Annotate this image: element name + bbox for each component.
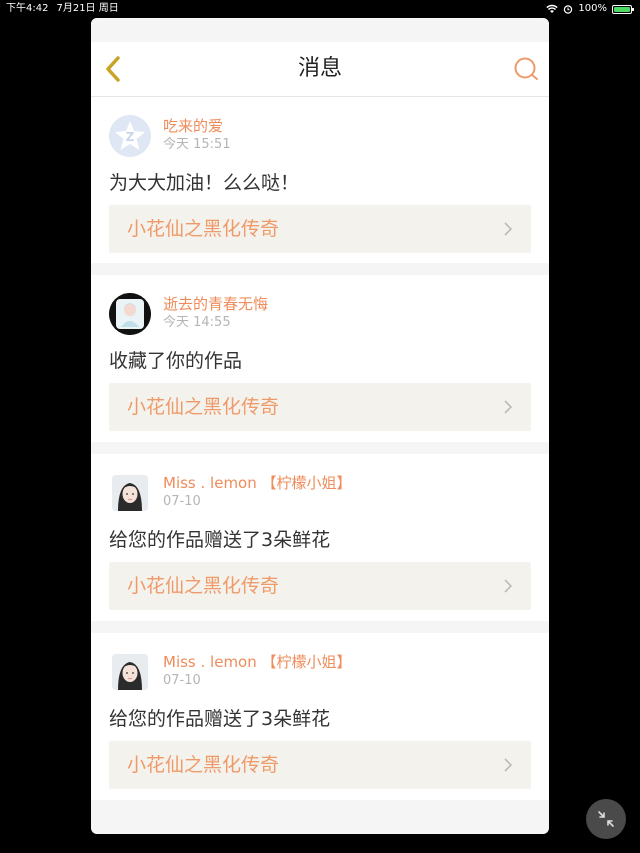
timestamp: 07-10 — [163, 673, 201, 688]
user-meta: 吃来的爱 今天 15:51 — [163, 115, 231, 154]
girl-portrait-avatar-icon[interactable] — [112, 654, 148, 690]
page-title: 消息 — [297, 56, 342, 81]
user-row: Miss . lemon 【柠檬小姐】 07-10 — [109, 472, 352, 514]
qq-default-avatar-icon[interactable]: Z — [109, 115, 151, 157]
battery-fill — [614, 6, 630, 12]
nav-bar: 消息 — [91, 42, 549, 97]
avatar-graphic — [109, 293, 151, 335]
timestamp: 今天 14:55 — [163, 315, 231, 330]
avatar-graphic — [112, 654, 148, 690]
message-card: Miss . lemon 【柠檬小姐】 07-10 给您的作品赠送了3朵鲜花 小… — [91, 633, 549, 800]
work-title: 小花仙之黑化传奇 — [127, 575, 280, 597]
wifi-icon — [546, 4, 559, 13]
username[interactable]: 吃来的爱 — [163, 117, 231, 135]
work-link[interactable]: 小花仙之黑化传奇 — [109, 562, 531, 610]
message-text: 收藏了你的作品 — [109, 350, 243, 372]
girl-portrait-avatar-icon[interactable] — [112, 475, 148, 511]
timestamp: 今天 15:51 — [163, 137, 231, 152]
timestamp: 07-10 — [163, 494, 201, 509]
username[interactable]: Miss . lemon 【柠檬小姐】 — [163, 474, 352, 492]
message-text: 给您的作品赠送了3朵鲜花 — [109, 529, 331, 551]
chevron-right-icon — [504, 400, 513, 414]
work-title: 小花仙之黑化传奇 — [127, 754, 280, 776]
work-link[interactable]: 小花仙之黑化传奇 — [109, 741, 531, 789]
messages-sheet: 消息 Z 吃来的爱 今天 15:51 为大大加油！么么哒！ 小花仙之黑化传奇 逝… — [91, 18, 549, 834]
chevron-right-icon — [504, 579, 513, 593]
collapse-arrows-icon — [598, 811, 614, 827]
chevron-right-icon — [504, 222, 513, 236]
status-bar: 下午4:42 7月21日 周日 100% — [0, 0, 640, 18]
user-row: Miss . lemon 【柠檬小姐】 07-10 — [109, 651, 352, 693]
svg-text:Z: Z — [126, 130, 135, 144]
username[interactable]: 逝去的青春无悔 — [163, 295, 268, 313]
alarm-icon — [564, 5, 573, 14]
message-card: Miss . lemon 【柠檬小姐】 07-10 给您的作品赠送了3朵鲜花 小… — [91, 454, 549, 621]
girl-avatar-icon[interactable] — [109, 293, 151, 335]
user-row: Z 吃来的爱 今天 15:51 — [109, 115, 231, 157]
status-time: 下午4:42 — [6, 3, 49, 14]
sheet-top-strip — [91, 18, 549, 42]
work-title: 小花仙之黑化传奇 — [127, 396, 280, 418]
message-card: 逝去的青春无悔 今天 14:55 收藏了你的作品 小花仙之黑化传奇 — [91, 275, 549, 442]
user-row: 逝去的青春无悔 今天 14:55 — [109, 293, 268, 335]
chevron-right-icon — [504, 758, 513, 772]
battery-percent: 100% — [578, 3, 607, 14]
work-link[interactable]: 小花仙之黑化传奇 — [109, 205, 531, 253]
status-date: 7月21日 周日 — [56, 3, 119, 14]
avatar-graphic — [112, 475, 148, 511]
user-meta: 逝去的青春无悔 今天 14:55 — [163, 293, 268, 332]
user-meta: Miss . lemon 【柠檬小姐】 07-10 — [163, 472, 352, 511]
username[interactable]: Miss . lemon 【柠檬小姐】 — [163, 653, 352, 671]
battery-icon — [612, 4, 634, 14]
message-text: 为大大加油！么么哒！ — [109, 172, 300, 194]
user-meta: Miss . lemon 【柠檬小姐】 07-10 — [163, 651, 352, 690]
avatar-graphic: Z — [109, 115, 151, 157]
message-card: Z 吃来的爱 今天 15:51 为大大加油！么么哒！ 小花仙之黑化传奇 — [91, 97, 549, 263]
message-text: 给您的作品赠送了3朵鲜花 — [109, 708, 331, 730]
collapse-button[interactable] — [586, 799, 626, 839]
status-left: 下午4:42 7月21日 周日 — [6, 0, 119, 18]
work-link[interactable]: 小花仙之黑化传奇 — [109, 383, 531, 431]
search-icon[interactable] — [513, 56, 539, 82]
work-title: 小花仙之黑化传奇 — [127, 218, 280, 240]
status-right: 100% — [546, 0, 634, 18]
